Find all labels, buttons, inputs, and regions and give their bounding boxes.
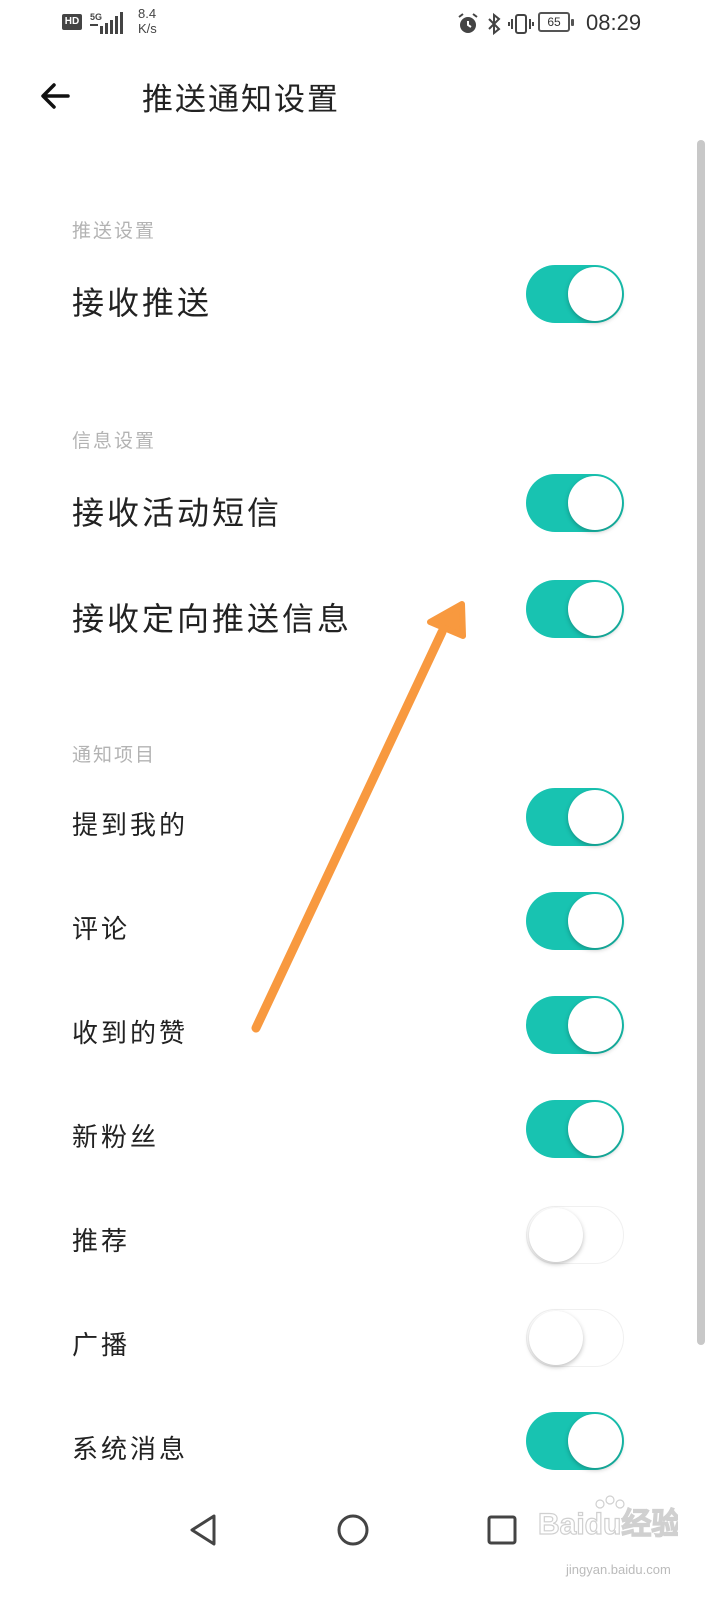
setting-label-receive-push: 接收推送 — [72, 284, 213, 322]
nav-back-button[interactable] — [176, 1502, 232, 1558]
toggle-activity-sms[interactable] — [526, 474, 624, 532]
watermark-text: Baidu经验 — [538, 1507, 678, 1541]
square-recents-icon — [487, 1515, 517, 1545]
toggle-knob — [568, 894, 622, 948]
scrollbar[interactable] — [697, 140, 705, 1345]
section-title-info: 信息设置 — [72, 430, 157, 452]
toggle-likes[interactable] — [526, 996, 624, 1054]
toggle-knob — [568, 998, 622, 1052]
status-icons — [456, 12, 534, 36]
toggle-knob — [568, 476, 622, 530]
back-arrow-icon — [41, 83, 70, 109]
setting-label-system-messages: 系统消息 — [72, 1435, 189, 1465]
setting-label-broadcast: 广播 — [72, 1331, 131, 1361]
section-title-push: 推送设置 — [72, 220, 157, 242]
watermark-url: jingyan.baidu.com — [566, 1562, 671, 1577]
toggle-system-messages[interactable] — [526, 1412, 624, 1470]
toggle-knob — [529, 1208, 583, 1262]
toggle-receive-push[interactable] — [526, 265, 624, 323]
nav-home-button[interactable] — [325, 1502, 381, 1558]
setting-label-mentions: 提到我的 — [72, 811, 189, 841]
hd-badge: HD — [62, 14, 82, 30]
setting-label-recommend: 推荐 — [72, 1227, 131, 1257]
toggle-knob — [529, 1311, 583, 1365]
toggle-knob — [568, 1102, 622, 1156]
alarm-icon — [458, 13, 478, 33]
toggle-comments[interactable] — [526, 892, 624, 950]
toggle-recommend[interactable] — [526, 1206, 624, 1264]
toggle-knob — [568, 790, 622, 844]
paw-icon — [595, 1495, 625, 1509]
toggle-knob — [568, 1414, 622, 1468]
toggle-knob — [568, 267, 622, 321]
section-title-notify: 通知项目 — [72, 744, 157, 766]
signal-icon: 5G — [88, 10, 130, 41]
battery-icon: 65 — [538, 12, 574, 32]
network-speed: 8.4 K/s — [138, 6, 157, 36]
bluetooth-icon — [488, 12, 501, 36]
setting-label-new-followers: 新粉丝 — [72, 1123, 160, 1153]
clock: 08:29 — [586, 10, 642, 35]
baidu-watermark: Baidu经验 — [537, 1494, 682, 1564]
setting-label-activity-sms: 接收活动短信 — [72, 494, 283, 532]
vibrate-icon — [508, 14, 534, 34]
circle-home-icon — [337, 1514, 369, 1546]
status-bar: HD 5G 8.4 K/s 65 08:29 — [0, 0, 720, 48]
nav-recents-button[interactable] — [474, 1502, 530, 1558]
setting-label-likes: 收到的赞 — [72, 1019, 189, 1049]
setting-label-targeted-push: 接收定向推送信息 — [72, 600, 353, 638]
toggle-new-followers[interactable] — [526, 1100, 624, 1158]
toggle-targeted-push[interactable] — [526, 580, 624, 638]
toggle-mentions[interactable] — [526, 788, 624, 846]
setting-label-comments: 评论 — [72, 915, 131, 945]
network-type: 5G — [90, 12, 102, 22]
page-title: 推送通知设置 — [142, 82, 340, 118]
triangle-back-icon — [190, 1514, 216, 1546]
app-header: 推送通知设置 — [0, 48, 720, 144]
toggle-knob — [568, 582, 622, 636]
toggle-broadcast[interactable] — [526, 1309, 624, 1367]
back-button[interactable] — [34, 74, 78, 118]
